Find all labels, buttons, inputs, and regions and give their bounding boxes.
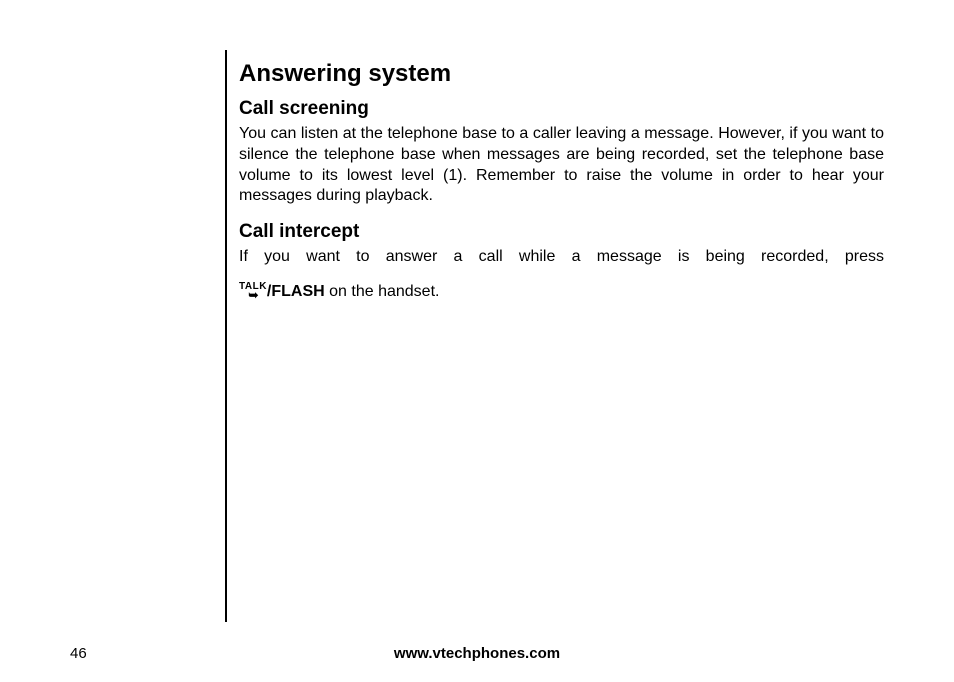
call-intercept-line1: If you want to answer a call while a mes…: [239, 247, 884, 268]
manual-page: Answering system Call screening You can …: [0, 0, 954, 682]
section-heading-call-intercept: Call intercept: [239, 221, 884, 243]
call-intercept-tail: on the handset.: [325, 283, 440, 300]
handset-glyph-icon: ➥: [239, 291, 267, 299]
flash-label: /FLASH: [267, 283, 325, 300]
call-screening-body: You can listen at the telephone base to …: [239, 124, 884, 207]
section-heading-call-screening: Call screening: [239, 98, 884, 120]
call-intercept-line2: TALK ➥ /FLASH on the handset.: [239, 282, 884, 303]
talk-flash-icon: TALK ➥: [239, 282, 267, 299]
footer-url: www.vtechphones.com: [0, 645, 954, 662]
content-column: Answering system Call screening You can …: [225, 50, 884, 622]
page-title: Answering system: [239, 60, 884, 88]
page-footer: 46 www.vtechphones.com: [0, 638, 954, 662]
